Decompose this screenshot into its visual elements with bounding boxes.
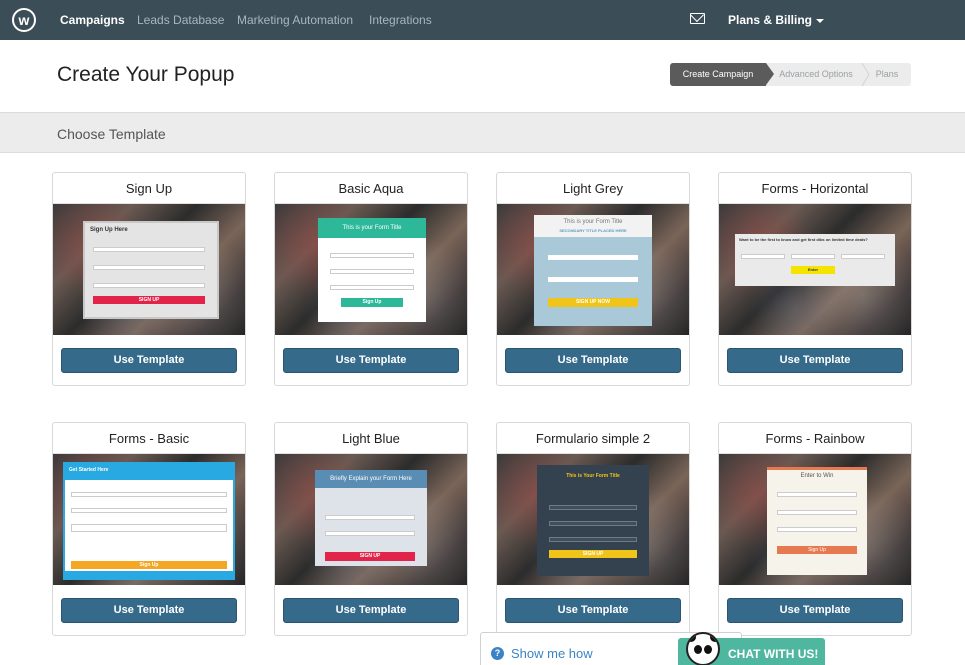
nav-item-campaigns[interactable]: Campaigns [60,13,125,27]
plans-billing-menu[interactable]: Plans & Billing [728,13,825,27]
use-template-button[interactable]: Use Template [727,598,903,623]
section-title: Choose Template [57,126,166,142]
popup-preview-subtitle: SECONDARY TITLE PLACED HERE [559,228,627,233]
template-card-forms-horizontal: Forms - Horizontal Want to be the first … [718,172,912,386]
nav-item-marketing-automation[interactable]: Marketing Automation [237,13,353,27]
template-title: Forms - Basic [53,423,245,454]
top-navigation: w Campaigns Leads Database Marketing Aut… [0,0,965,40]
popup-preview-header: This is your Form Title SECONDARY TITLE … [534,215,652,237]
popup-preview: This is your Form Title Sign Up [318,218,426,322]
popup-preview-button: SIGN UP [93,296,205,304]
popup-preview-button: SIGN UP [325,552,415,561]
use-template-button[interactable]: Use Template [61,598,237,623]
template-card-sign-up: Sign Up Sign Up Here SIGN UP Use Templat… [52,172,246,386]
template-card-forms-basic: Forms - Basic Get Started Here Sign Up U… [52,422,246,636]
template-title: Basic Aqua [275,173,467,204]
template-preview[interactable]: Get Started Here Sign Up [53,454,245,585]
help-icon: ? [491,647,504,660]
use-template-button[interactable]: Use Template [505,598,681,623]
template-card-light-grey: Light Grey This is your Form Title SECON… [496,172,690,386]
popup-preview-title: Want to be the first to know and get fir… [739,237,868,242]
popup-preview-button: Enter [791,266,835,274]
popup-preview-title: Briefly Explain your Form Here [315,470,427,488]
popup-preview: Sign Up Here SIGN UP [83,221,219,319]
template-card-light-blue: Light Blue Briefly Explain your Form Her… [274,422,468,636]
template-title: Light Grey [497,173,689,204]
use-template-button[interactable]: Use Template [505,348,681,373]
popup-preview-button: Sign Up [341,298,403,307]
mail-icon[interactable] [690,13,705,24]
popup-preview: This is your Form Title SECONDARY TITLE … [534,215,652,326]
panda-avatar-icon [686,632,720,665]
popup-preview-footer [65,571,233,578]
template-title: Forms - Rainbow [719,423,911,454]
chevron-down-icon [816,18,825,23]
step-create-campaign: Create Campaign [670,63,774,86]
popup-preview: Want to be the first to know and get fir… [735,234,895,286]
section-header: Choose Template [0,112,965,153]
popup-preview: This is Your Form Title SIGN UP [537,465,649,576]
use-template-button[interactable]: Use Template [727,348,903,373]
plans-billing-label: Plans & Billing [728,13,813,27]
popup-preview-button: SIGN UP [549,550,637,558]
popup-preview-title: This is your Form Title [563,219,623,225]
chat-with-us-button[interactable]: CHAT WITH US! [678,632,825,665]
popup-preview: Get Started Here Sign Up [63,462,235,580]
page-title: Create Your Popup [57,63,235,86]
template-preview[interactable]: Enter to Win Sign Up [719,454,911,585]
step-plans: Plans [875,69,899,79]
template-preview[interactable]: Want to be the first to know and get fir… [719,204,911,335]
popup-preview-title: Get Started Here [69,467,109,473]
step-advanced-options: Advanced Options [779,69,853,79]
popup-preview-header: Get Started Here [65,464,233,480]
template-title: Light Blue [275,423,467,454]
chat-label: CHAT WITH US! [728,647,819,661]
nav-item-integrations[interactable]: Integrations [369,13,432,27]
popup-preview: Briefly Explain your Form Here SIGN UP [315,470,427,566]
popup-preview-title: Enter to Win [800,473,834,479]
popup-preview-title: This is Your Form Title [566,473,620,479]
template-title: Sign Up [53,173,245,204]
template-card-forms-rainbow: Forms - Rainbow Enter to Win Sign Up Use… [718,422,912,636]
template-preview[interactable]: This is Your Form Title SIGN UP [497,454,689,585]
popup-preview-button: Sign Up [71,561,227,569]
use-template-button[interactable]: Use Template [283,348,459,373]
popup-preview-title: This is your Form Title [318,218,426,238]
popup-preview-button: SIGN UP NOW [548,298,638,307]
use-template-button[interactable]: Use Template [283,598,459,623]
template-title: Forms - Horizontal [719,173,911,204]
template-preview[interactable]: Briefly Explain your Form Here SIGN UP [275,454,467,585]
template-title: Formulario simple 2 [497,423,689,454]
template-preview[interactable]: This is your Form Title SECONDARY TITLE … [497,204,689,335]
popup-preview-title: Sign Up Here [90,227,128,233]
popup-preview-button: Sign Up [777,546,857,554]
template-preview[interactable]: This is your Form Title Sign Up [275,204,467,335]
template-card-formulario-simple-2: Formulario simple 2 This is Your Form Ti… [496,422,690,636]
template-preview[interactable]: Sign Up Here SIGN UP [53,204,245,335]
show-me-how-label: Show me how [511,646,593,661]
nav-item-leads-database[interactable]: Leads Database [137,13,224,27]
template-card-basic-aqua: Basic Aqua This is your Form Title Sign … [274,172,468,386]
use-template-button[interactable]: Use Template [61,348,237,373]
logo-icon[interactable]: w [12,8,36,32]
popup-preview: Enter to Win Sign Up [767,467,867,575]
progress-steps: Create Campaign Advanced Options Plans [670,63,911,86]
